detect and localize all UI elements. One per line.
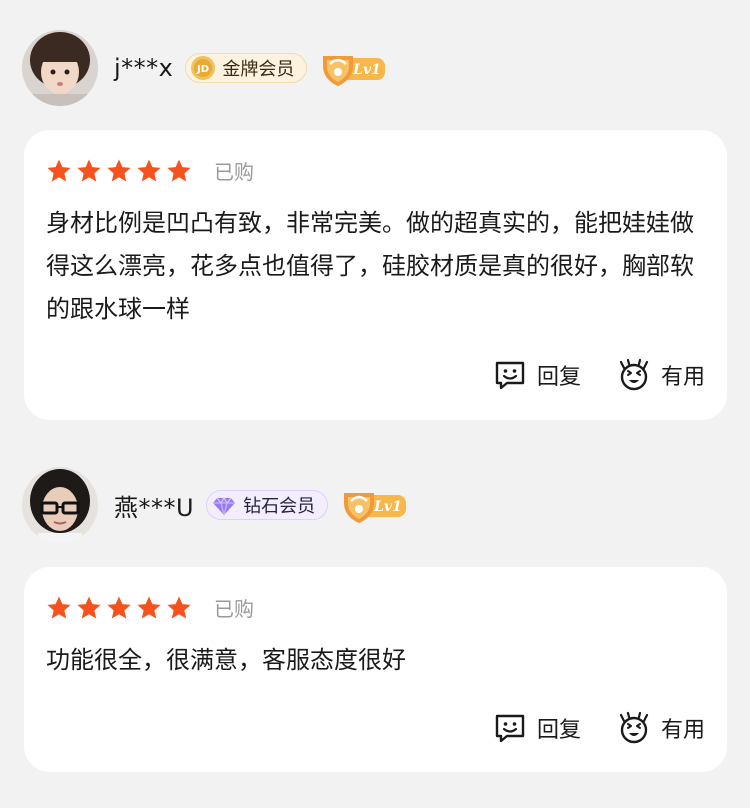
reviewer-info: j***x JD 金牌会员 Lv1 [22, 30, 389, 106]
membership-label: 钻石会员 [243, 496, 316, 517]
review-card: 已购 功能很全，很满意，客服态度很好 回复 有用 [24, 567, 727, 772]
star-icon [47, 596, 71, 618]
purchased-label: 已购 [214, 160, 254, 184]
review-text: 功能很全，很满意，客服态度很好 [46, 646, 406, 674]
review-actions: 回复 有用 [493, 711, 705, 745]
svg-text:Lv1: Lv1 [373, 499, 402, 515]
star-icon [107, 159, 131, 181]
useful-button[interactable]: 有用 [617, 711, 705, 745]
star-icon [107, 596, 131, 618]
reply-button[interactable]: 回复 [493, 358, 581, 392]
useful-label: 有用 [660, 718, 705, 743]
rating-row: 已购 [46, 593, 254, 622]
avatar[interactable] [22, 467, 98, 543]
star-icon [167, 596, 191, 618]
comment-icon [495, 361, 525, 390]
star-icon [77, 159, 101, 181]
review-actions: 回复 有用 [493, 358, 705, 392]
star-icon [137, 159, 161, 181]
diamond-icon [211, 492, 237, 518]
username: 燕***U [114, 493, 195, 522]
star-icon [47, 159, 71, 181]
purchased-label: 已购 [214, 597, 254, 621]
useful-button[interactable]: 有用 [617, 358, 705, 392]
star-icon [77, 596, 101, 618]
review-text: 身材比例是凹凸有致，非常完美。做的超真实的，能把娃娃做得这么漂亮，花多点也值得了… [46, 209, 694, 323]
reply-label: 回复 [536, 718, 581, 743]
reply-label: 回复 [536, 365, 581, 390]
svg-text:JD: JD [196, 64, 209, 75]
level-badge-icon: Lv1 [344, 493, 407, 523]
comment-icon [495, 714, 525, 743]
useful-label: 有用 [660, 365, 705, 390]
membership-badge: 钻石会员 [206, 490, 329, 520]
rating-row: 已购 [46, 156, 254, 185]
membership-badge: JD 金牌会员 [185, 53, 308, 83]
reply-button[interactable]: 回复 [493, 711, 581, 745]
membership-label: 金牌会员 [222, 59, 295, 80]
review-card: 已购 身材比例是凹凸有致，非常完美。做的超真实的，能把娃娃做得这么漂亮，花多点也… [24, 130, 727, 420]
svg-text:Lv1: Lv1 [353, 62, 382, 78]
smiley-useful-icon [619, 358, 649, 391]
star-icon [167, 159, 191, 181]
avatar[interactable] [22, 30, 98, 106]
jd-gold-icon: JD [190, 55, 216, 81]
username: j***x [114, 54, 174, 82]
level-badge-icon: Lv1 [323, 56, 386, 86]
smiley-useful-icon [619, 711, 649, 744]
reviewer-info: 燕***U 钻石会员 Lv1 [22, 467, 410, 543]
star-icon [137, 596, 161, 618]
